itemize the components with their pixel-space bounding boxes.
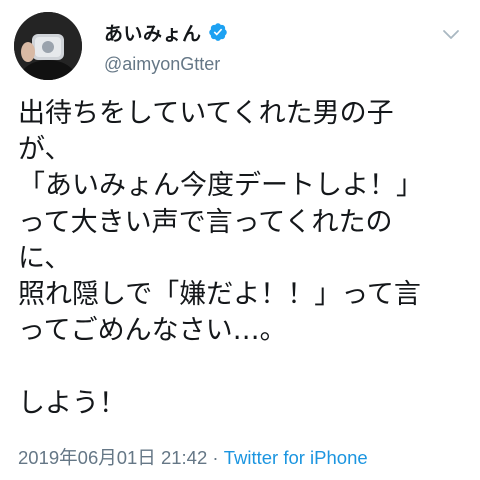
meta-separator: ·	[207, 447, 224, 468]
avatar-image	[14, 12, 82, 80]
chevron-down-icon[interactable]	[442, 26, 460, 39]
tweet-text: 出待ちをしていてくれた男の子 が、 「あいみょん今度デートしよ！」 って大きい声…	[18, 98, 423, 419]
display-name-row: あいみょん	[104, 18, 228, 46]
tweet-header: あいみょん @aimyonGtter	[14, 12, 466, 82]
author-handle[interactable]: @aimyonGtter	[104, 54, 228, 75]
tweet-source-link[interactable]: Twitter for iPhone	[224, 447, 368, 468]
avatar[interactable]	[14, 12, 82, 80]
tweet-timestamp[interactable]: 2019年06月01日 21:42	[18, 447, 207, 468]
display-name[interactable]: あいみょん	[104, 19, 202, 46]
tweet-meta: 2019年06月01日 21:42 · Twitter for iPhone	[18, 444, 368, 470]
verified-badge-icon	[208, 22, 228, 42]
author-names: あいみょん @aimyonGtter	[104, 18, 228, 75]
